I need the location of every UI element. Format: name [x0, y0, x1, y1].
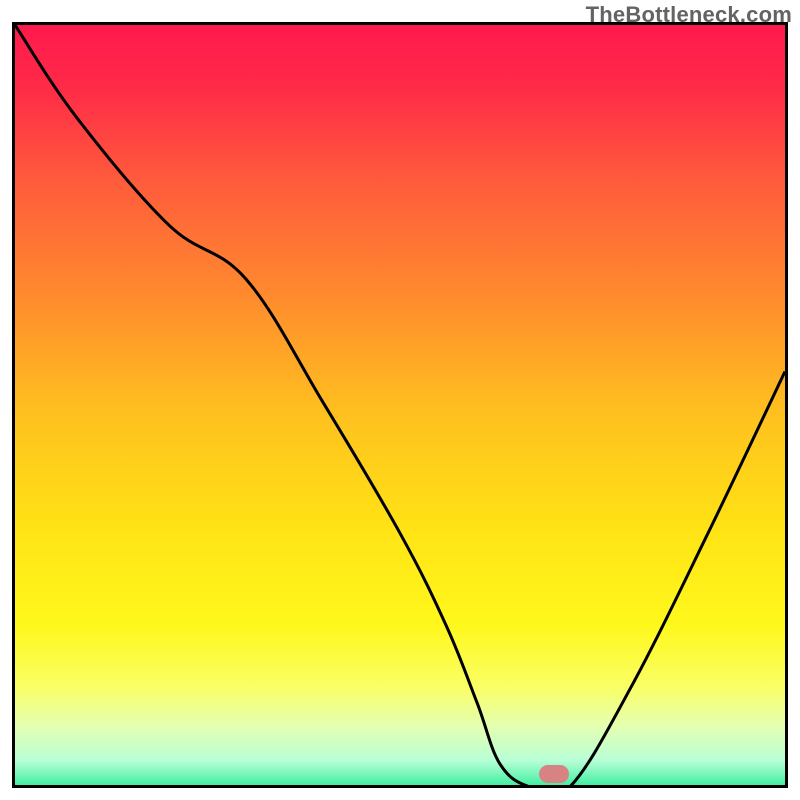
plot-area	[12, 22, 788, 788]
bottleneck-curve	[15, 25, 785, 788]
chart-container: TheBottleneck.com	[0, 0, 800, 800]
optimal-marker	[539, 765, 569, 783]
watermark-label: TheBottleneck.com	[586, 2, 792, 28]
